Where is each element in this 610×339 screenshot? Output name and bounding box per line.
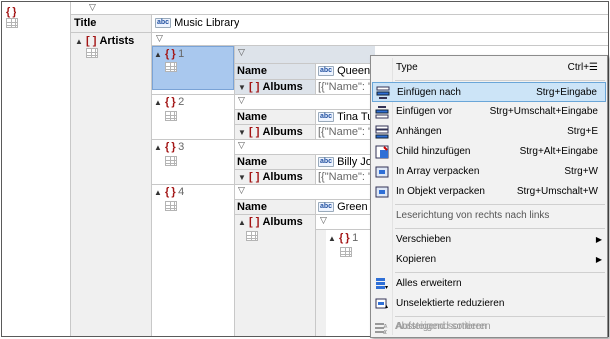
item-header-1[interactable]: ▲ { } 1 [154,47,184,62]
item-header-2[interactable]: ▲ { } 2 [154,95,184,110]
object-icon: { } [164,186,176,198]
name-key[interactable]: Name [237,64,267,78]
name-value[interactable]: abcBilly Joel [318,155,372,169]
string-type-icon: abc [318,66,335,77]
array-icon: [ ] [248,81,260,93]
object-icon: { } [164,48,176,60]
expand-triangle-icon[interactable]: ▼ [238,83,246,92]
expand-triangle-icon[interactable]: ▼ [238,128,246,137]
collapse-unselected-icon [375,298,388,309]
name-value[interactable]: abcGreen Day [318,200,372,214]
expand-triangle-icon[interactable]: ▼ [238,173,246,182]
string-type-icon: abc [318,112,335,123]
object-icon: { } [338,232,350,244]
append-icon [375,125,389,139]
menu-item-append[interactable]: Anhängen Strg+E [372,122,606,142]
collapse-triangle-icon[interactable]: ▲ [328,234,336,243]
name-key[interactable]: Name [237,110,267,124]
albums-value[interactable]: [{"Name": "Rive [318,170,372,184]
menu-item-sort-descending[interactable]: ZA Absteigend sortieren [371,318,605,336]
table-view-icon[interactable] [165,62,177,72]
array-icon: [ ] [85,35,97,47]
filter-icon[interactable]: ▽ [89,2,96,13]
item-header-4[interactable]: ▲ { } 4 [154,185,184,200]
collapse-triangle-icon[interactable]: ▲ [75,37,83,46]
name-key[interactable]: Name [237,200,267,214]
wrap-array-icon [375,166,389,178]
albums-key[interactable]: ▲ [ ] Albums [238,215,303,230]
submenu-arrow-icon: ▶ [595,235,602,244]
menu-item-add-child[interactable]: Child hinzufügen Strg+Alt+Eingabe [372,142,606,162]
title-value[interactable]: abc Music Library [155,16,239,30]
context-menu: Type Ctrl+☰ Einfügen nach Strg+Eingabe E… [370,55,608,338]
object-icon: { } [164,141,176,153]
table-view-icon[interactable] [86,48,98,58]
menu-item-rtl[interactable]: Leserichtung von rechts nach links [372,206,606,226]
wrap-object-icon [375,186,389,198]
menu-item-expand-all[interactable]: Alles erweitern [372,274,606,294]
albums-key[interactable]: ▼ [ ] Albums [238,125,303,140]
menu-item-collapse-unselected[interactable]: Unselektierte reduzieren [372,294,606,314]
table-view-icon[interactable] [165,156,177,166]
menu-item-type[interactable]: Type Ctrl+☰ [372,58,606,78]
object-icon: { } [164,96,176,108]
json-grid-editor: { } ▽ Title abc Music Library ▲ [ ] Artis… [0,0,610,339]
insert-after-icon [376,86,390,99]
menu-item-wrap-array[interactable]: In Array verpacken Strg+W [372,162,606,182]
collapse-triangle-icon[interactable]: ▲ [154,98,162,107]
collapse-triangle-icon[interactable]: ▲ [154,50,162,59]
filter-icon[interactable]: ▽ [238,47,245,58]
table-view-icon[interactable] [340,247,352,257]
menu-item-copy[interactable]: Kopieren ▶ [372,250,606,270]
table-view-icon[interactable] [165,201,177,211]
insert-before-icon [375,106,389,119]
filter-icon[interactable]: ▽ [238,185,245,196]
submenu-arrow-icon: ▶ [595,255,602,264]
menu-item-insert-after[interactable]: Einfügen nach Strg+Eingabe [372,82,606,102]
collapse-triangle-icon[interactable]: ▲ [238,218,246,227]
title-key[interactable]: Title [74,16,96,30]
root-object-icon[interactable]: { } [6,5,16,19]
album-item-header-1[interactable]: ▲ { } 1 [328,231,358,246]
name-key[interactable]: Name [237,155,267,169]
add-child-icon [375,145,389,159]
array-icon: [ ] [248,126,260,138]
item-header-3[interactable]: ▲ { } 3 [154,140,184,155]
name-value[interactable]: abcTina Turn [318,110,372,124]
array-icon: [ ] [248,171,260,183]
filter-icon[interactable]: ▽ [238,95,245,106]
collapse-triangle-icon[interactable]: ▲ [154,188,162,197]
filter-icon[interactable]: ▽ [238,140,245,151]
artists-key[interactable]: ▲ [ ] Artists [75,34,134,49]
name-value[interactable]: abc Queen [318,64,370,78]
string-type-icon: abc [155,18,172,29]
albums-key[interactable]: ▼ [ ] Albums [238,170,303,185]
table-view-icon[interactable] [165,111,177,121]
string-type-icon: abc [318,157,335,168]
table-view-icon[interactable] [6,18,18,28]
expand-all-icon [376,278,388,289]
filter-icon[interactable]: ▽ [320,215,327,226]
albums-value[interactable]: [{"Name": "A N [318,80,372,94]
menu-item-insert-before[interactable]: Einfügen vor Strg+Umschalt+Eingabe [372,102,606,122]
table-view-icon[interactable] [246,231,258,241]
sort-descending-icon: ZA [375,323,387,335]
menu-item-move[interactable]: Verschieben ▶ [372,230,606,250]
albums-value[interactable]: [{"Name": "Bre [318,125,372,139]
collapse-triangle-icon[interactable]: ▲ [154,143,162,152]
albums-key[interactable]: ▼ [ ] Albums [238,80,303,95]
svg-text:A: A [383,330,387,335]
string-type-icon: abc [318,202,335,213]
array-icon: [ ] [248,216,260,228]
filter-icon[interactable]: ▽ [156,33,163,44]
menu-item-wrap-object[interactable]: In Objekt verpacken Strg+Umschalt+W [372,182,606,202]
